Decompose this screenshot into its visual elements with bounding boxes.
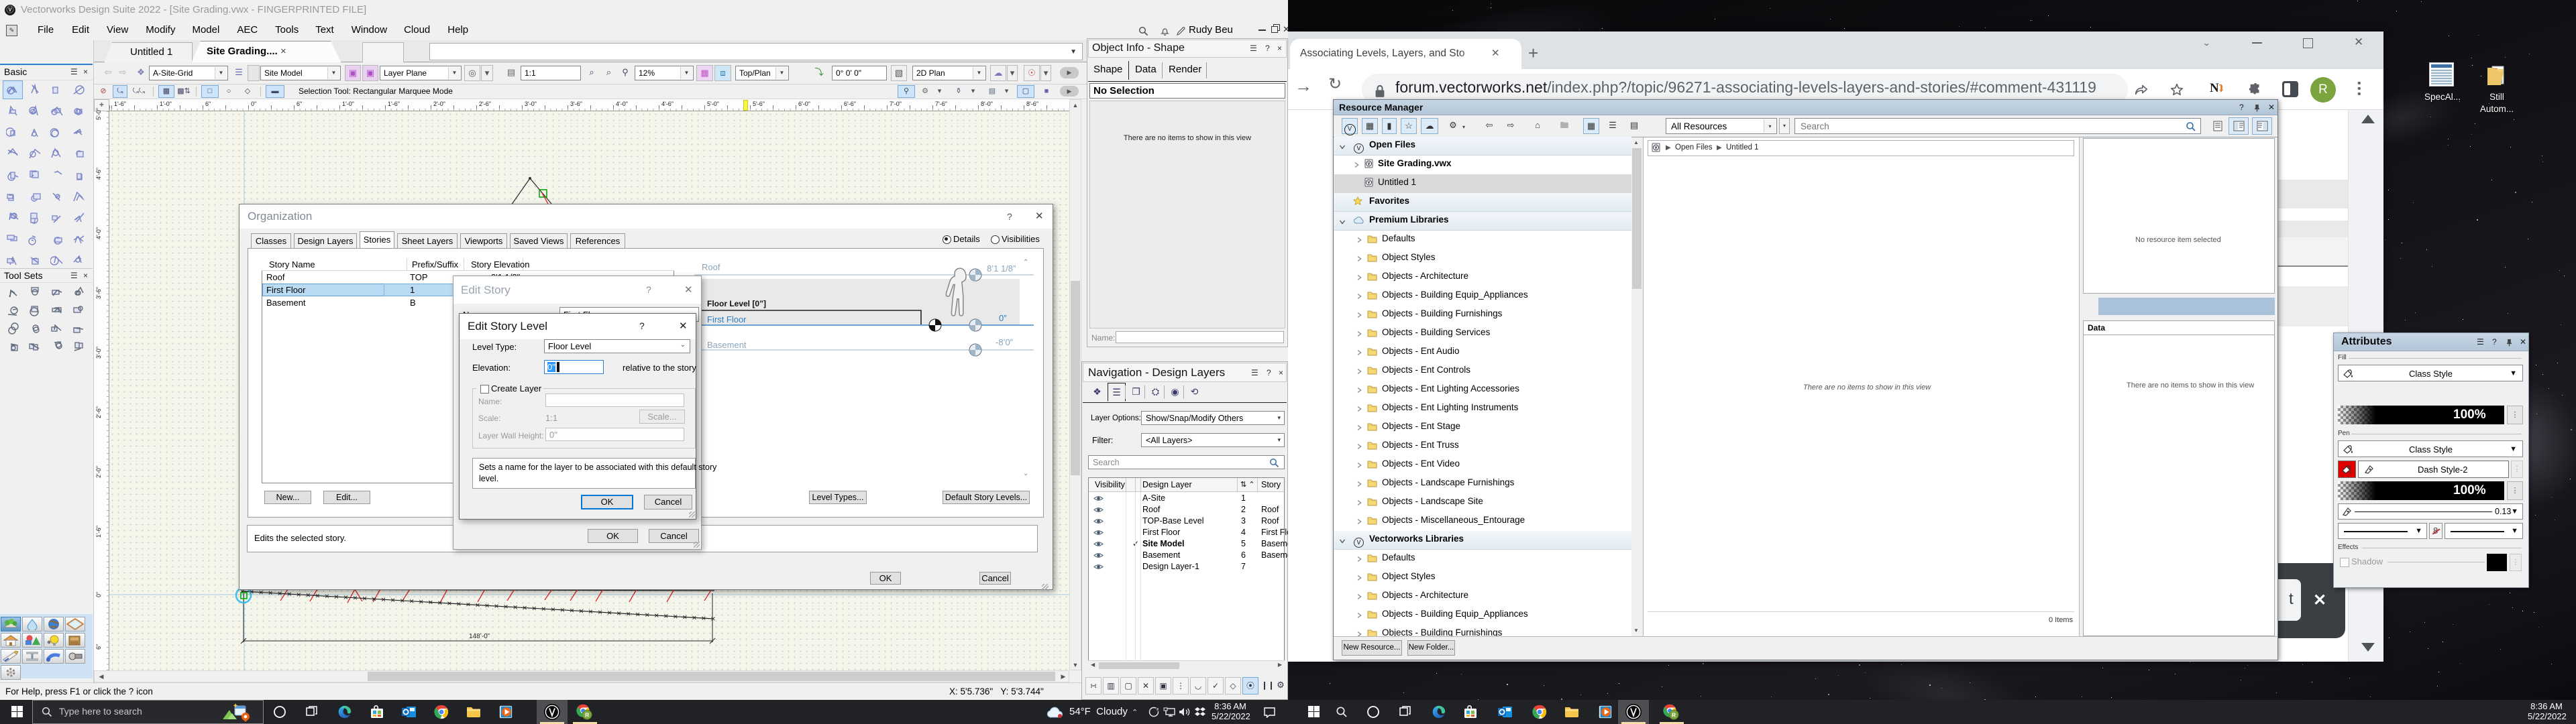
svg-text:R: R [585, 711, 589, 718]
svg-text:First Floor: First Floor [707, 314, 747, 324]
svg-text:8’1 1/8”: 8’1 1/8” [987, 263, 1016, 274]
svg-text:-8’0”: -8’0” [996, 337, 1013, 347]
svg-text:Floor Level [0”]: Floor Level [0”] [707, 299, 766, 308]
svg-text:Roof: Roof [702, 262, 720, 272]
svg-text:0”: 0” [999, 313, 1007, 323]
svg-text:148’-0”: 148’-0” [469, 633, 490, 640]
svg-text:Basement: Basement [707, 340, 747, 350]
svg-text:R: R [1672, 711, 1676, 718]
